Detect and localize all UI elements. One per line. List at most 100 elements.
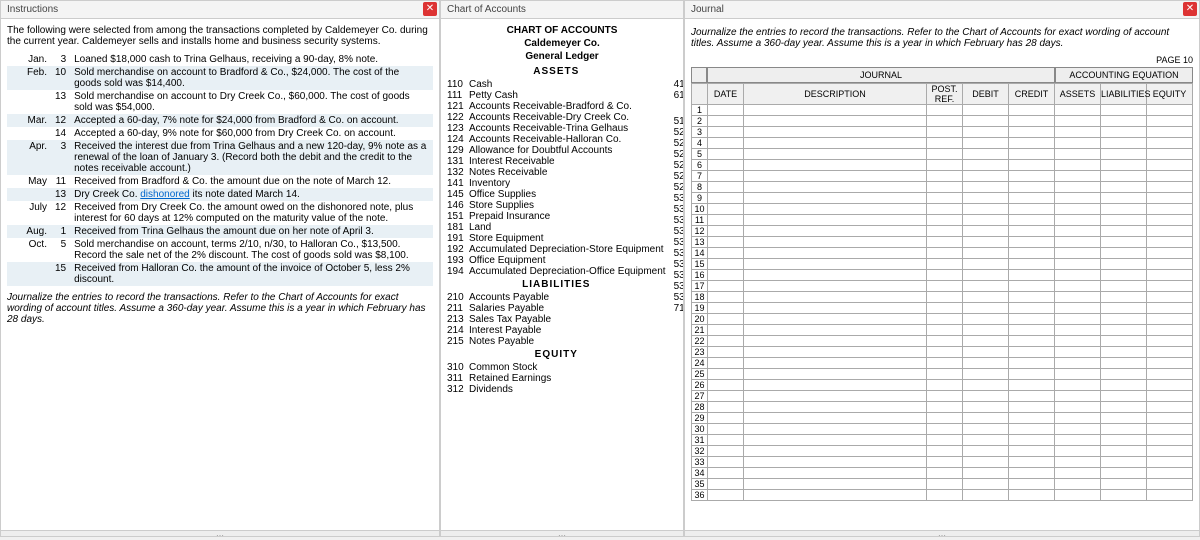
journal-cell[interactable] <box>1101 116 1147 127</box>
journal-cell[interactable] <box>963 160 1009 171</box>
journal-cell[interactable] <box>927 248 963 259</box>
journal-cell[interactable] <box>1009 193 1055 204</box>
journal-cell[interactable] <box>1055 281 1101 292</box>
journal-cell[interactable] <box>708 369 744 380</box>
journal-cell[interactable] <box>963 193 1009 204</box>
journal-cell[interactable] <box>927 446 963 457</box>
journal-cell[interactable] <box>927 325 963 336</box>
journal-table[interactable]: DATE DESCRIPTION POST. REF. DEBIT CREDIT… <box>691 83 1193 501</box>
journal-cell[interactable] <box>1101 171 1147 182</box>
journal-cell[interactable] <box>708 204 744 215</box>
journal-cell[interactable] <box>927 281 963 292</box>
journal-cell[interactable] <box>708 193 744 204</box>
journal-cell[interactable] <box>1147 160 1193 171</box>
journal-cell[interactable] <box>1009 468 1055 479</box>
journal-cell[interactable] <box>708 446 744 457</box>
journal-cell[interactable] <box>744 138 927 149</box>
journal-cell[interactable] <box>963 358 1009 369</box>
journal-cell[interactable] <box>744 105 927 116</box>
journal-cell[interactable] <box>1055 325 1101 336</box>
journal-cell[interactable] <box>963 336 1009 347</box>
journal-cell[interactable] <box>927 314 963 325</box>
journal-cell[interactable] <box>1147 193 1193 204</box>
journal-cell[interactable] <box>1009 292 1055 303</box>
journal-row[interactable]: 11 <box>692 215 1193 226</box>
journal-cell[interactable] <box>1101 149 1147 160</box>
journal-cell[interactable] <box>744 127 927 138</box>
journal-cell[interactable] <box>963 314 1009 325</box>
journal-cell[interactable] <box>708 138 744 149</box>
journal-cell[interactable] <box>1009 281 1055 292</box>
journal-cell[interactable] <box>1009 479 1055 490</box>
journal-cell[interactable] <box>927 402 963 413</box>
journal-cell[interactable] <box>1055 446 1101 457</box>
journal-cell[interactable] <box>708 468 744 479</box>
journal-cell[interactable] <box>708 281 744 292</box>
journal-cell[interactable] <box>1147 149 1193 160</box>
journal-cell[interactable] <box>963 292 1009 303</box>
journal-cell[interactable] <box>1147 457 1193 468</box>
journal-cell[interactable] <box>963 424 1009 435</box>
journal-cell[interactable] <box>1055 391 1101 402</box>
journal-cell[interactable] <box>927 270 963 281</box>
dishonored-link[interactable]: dishonored <box>140 189 189 200</box>
journal-cell[interactable] <box>1147 270 1193 281</box>
journal-cell[interactable] <box>744 325 927 336</box>
journal-cell[interactable] <box>744 369 927 380</box>
journal-cell[interactable] <box>1009 347 1055 358</box>
journal-cell[interactable] <box>1101 369 1147 380</box>
journal-cell[interactable] <box>708 391 744 402</box>
journal-cell[interactable] <box>708 303 744 314</box>
journal-cell[interactable] <box>927 358 963 369</box>
journal-cell[interactable] <box>1055 105 1101 116</box>
journal-cell[interactable] <box>708 270 744 281</box>
journal-cell[interactable] <box>1009 391 1055 402</box>
journal-cell[interactable] <box>1101 336 1147 347</box>
journal-cell[interactable] <box>963 347 1009 358</box>
journal-cell[interactable] <box>1055 160 1101 171</box>
journal-row[interactable]: 5 <box>692 149 1193 160</box>
journal-cell[interactable] <box>963 281 1009 292</box>
journal-cell[interactable] <box>963 468 1009 479</box>
journal-cell[interactable] <box>927 391 963 402</box>
journal-cell[interactable] <box>744 248 927 259</box>
journal-cell[interactable] <box>708 325 744 336</box>
journal-cell[interactable] <box>1147 248 1193 259</box>
journal-cell[interactable] <box>1147 314 1193 325</box>
journal-cell[interactable] <box>1147 435 1193 446</box>
journal-cell[interactable] <box>963 490 1009 501</box>
journal-row[interactable]: 32 <box>692 446 1193 457</box>
journal-cell[interactable] <box>744 468 927 479</box>
journal-cell[interactable] <box>744 116 927 127</box>
journal-cell[interactable] <box>744 358 927 369</box>
journal-cell[interactable] <box>963 435 1009 446</box>
journal-cell[interactable] <box>1101 138 1147 149</box>
journal-cell[interactable] <box>1055 182 1101 193</box>
journal-cell[interactable] <box>927 105 963 116</box>
journal-cell[interactable] <box>1147 182 1193 193</box>
journal-cell[interactable] <box>708 237 744 248</box>
journal-cell[interactable] <box>963 105 1009 116</box>
journal-cell[interactable] <box>963 270 1009 281</box>
journal-cell[interactable] <box>1009 314 1055 325</box>
journal-cell[interactable] <box>1009 435 1055 446</box>
journal-cell[interactable] <box>927 215 963 226</box>
journal-cell[interactable] <box>927 182 963 193</box>
journal-row[interactable]: 33 <box>692 457 1193 468</box>
journal-cell[interactable] <box>708 358 744 369</box>
journal-row[interactable]: 17 <box>692 281 1193 292</box>
journal-cell[interactable] <box>744 149 927 160</box>
journal-cell[interactable] <box>1009 204 1055 215</box>
journal-cell[interactable] <box>1101 446 1147 457</box>
journal-cell[interactable] <box>927 138 963 149</box>
journal-cell[interactable] <box>744 490 927 501</box>
journal-cell[interactable] <box>1055 138 1101 149</box>
journal-cell[interactable] <box>963 204 1009 215</box>
journal-cell[interactable] <box>1101 281 1147 292</box>
journal-cell[interactable] <box>1009 160 1055 171</box>
journal-cell[interactable] <box>744 182 927 193</box>
journal-row[interactable]: 18 <box>692 292 1193 303</box>
journal-cell[interactable] <box>927 127 963 138</box>
journal-row[interactable]: 35 <box>692 479 1193 490</box>
journal-row[interactable]: 13 <box>692 237 1193 248</box>
